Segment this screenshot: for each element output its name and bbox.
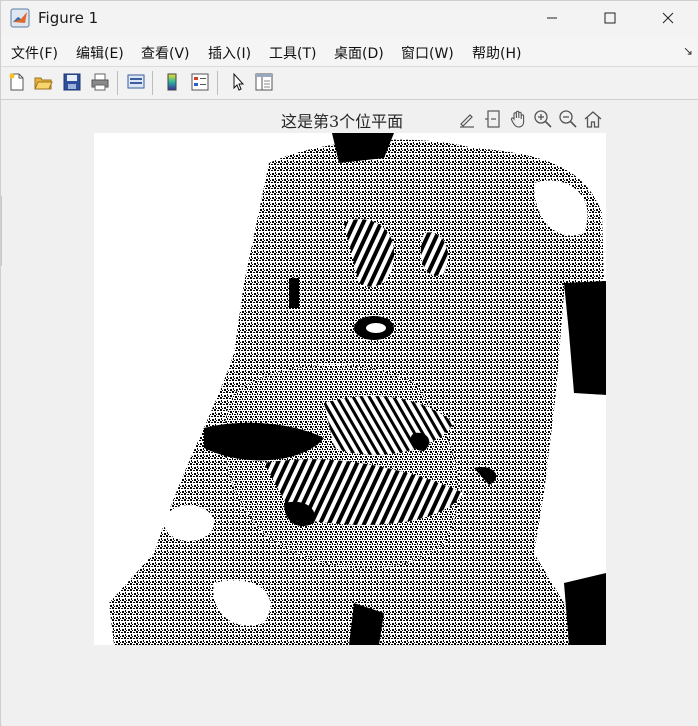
zoom-out-icon: [559, 110, 577, 128]
menu-edit[interactable]: 编辑(E): [76, 43, 124, 63]
print-icon: [91, 73, 109, 91]
menu-help[interactable]: 帮助(H): [472, 43, 521, 63]
open-file-icon: [34, 77, 53, 90]
bit-plane-image-graphic: [94, 133, 606, 645]
insert-legend-icon: [191, 73, 209, 91]
pan-button[interactable]: [507, 108, 529, 130]
menu-window[interactable]: 窗口(W): [401, 43, 454, 63]
window-title: Figure 1: [38, 9, 99, 27]
property-inspector-icon: [255, 73, 273, 91]
menu-insert[interactable]: 插入(I): [208, 43, 251, 63]
edit-plot-pointer-icon: [233, 72, 245, 91]
link-plot-icon: [127, 74, 145, 89]
toolbar-separator: [152, 71, 153, 95]
toolbar-separator: [217, 71, 218, 95]
plot-title: 这是第3个位平面: [281, 112, 404, 131]
zoom-out-button[interactable]: [557, 108, 579, 130]
data-tips-icon: [485, 110, 500, 128]
zoom-in-button[interactable]: [532, 108, 554, 130]
data-tips-button[interactable]: [482, 108, 504, 130]
save-button[interactable]: [61, 71, 83, 93]
insert-colorbar-button[interactable]: [161, 71, 183, 93]
edit-plot-button[interactable]: [227, 71, 249, 93]
toolbar-separator: [117, 71, 118, 95]
close-icon: [662, 12, 674, 24]
brush-icon: [460, 114, 474, 128]
open-file-button[interactable]: [32, 71, 54, 93]
dock-arrow-icon[interactable]: ↘: [683, 44, 693, 58]
maximize-button[interactable]: [587, 1, 633, 35]
link-plot-button[interactable]: [125, 71, 147, 93]
brush-button[interactable]: [456, 108, 478, 130]
pan-hand-icon: [510, 110, 525, 128]
minimize-button[interactable]: [529, 1, 575, 35]
zoom-in-icon: [534, 110, 552, 128]
menu-desktop[interactable]: 桌面(D): [334, 43, 384, 63]
bit-plane-image[interactable]: [94, 133, 606, 645]
menu-view[interactable]: 查看(V): [141, 43, 190, 63]
restore-view-home-icon: [584, 111, 602, 128]
insert-colorbar-icon: [167, 73, 177, 91]
title-bar[interactable]: Figure 1: [1, 1, 698, 37]
close-button[interactable]: [645, 1, 691, 35]
menu-tools[interactable]: 工具(T): [269, 43, 316, 63]
save-icon: [63, 73, 81, 91]
minimize-icon: [547, 17, 557, 19]
restore-view-button[interactable]: [582, 108, 604, 130]
figure-toolbar: [1, 67, 698, 100]
maximize-icon: [604, 12, 616, 24]
matlab-icon: [10, 8, 30, 28]
insert-legend-button[interactable]: [189, 71, 211, 93]
print-button[interactable]: [89, 71, 111, 93]
new-figure-button[interactable]: [6, 71, 28, 93]
menu-bar: 文件(F) 编辑(E) 查看(V) 插入(I) 工具(T) 桌面(D) 窗口(W…: [1, 37, 698, 67]
figure-window: Figure 1 文件(F) 编辑(E) 查看(V) 插入(I) 工具(T) 桌…: [0, 0, 698, 726]
menu-file[interactable]: 文件(F): [11, 43, 58, 63]
property-inspector-button[interactable]: [253, 71, 275, 93]
new-figure-icon: [9, 73, 24, 91]
